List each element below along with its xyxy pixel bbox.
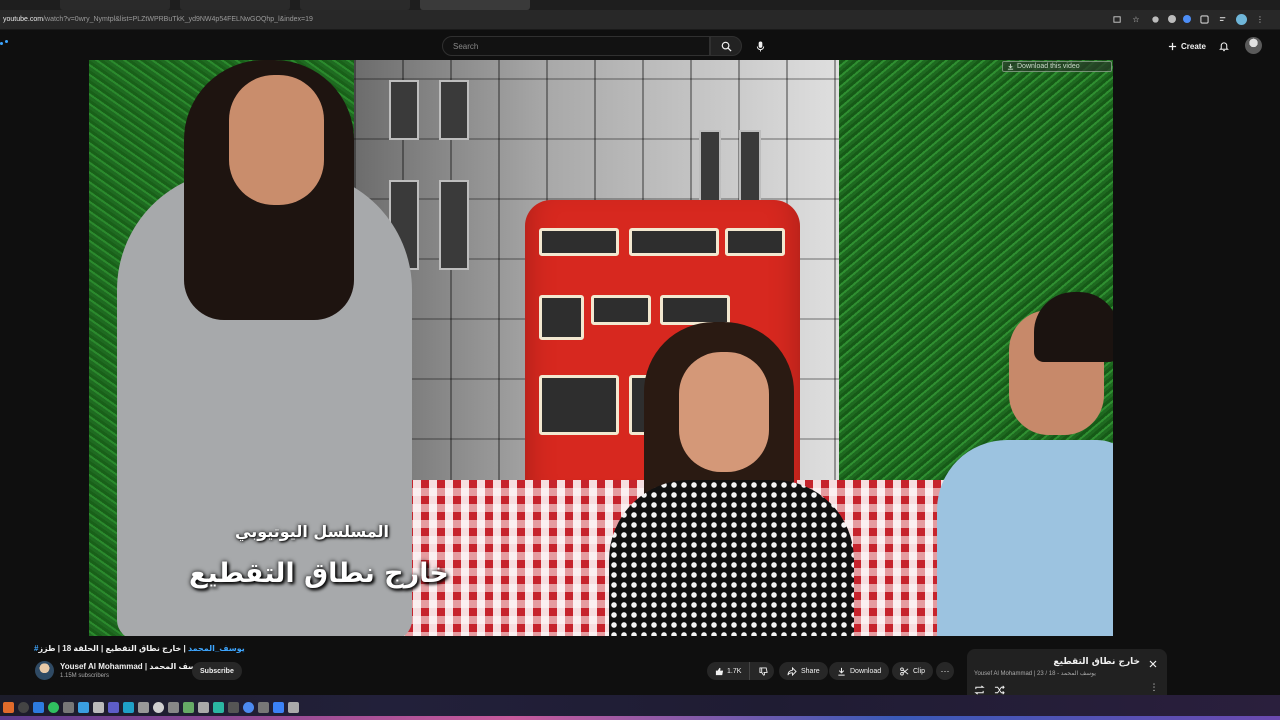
browser-toolbar-icons: ☆ ⋮ — [1111, 13, 1266, 25]
subscribe-button[interactable]: Subscribe — [192, 662, 242, 680]
bookmark-star-icon[interactable]: ☆ — [1130, 13, 1142, 25]
taskbar-app-icon[interactable] — [153, 702, 164, 713]
download-overlay-label: Download this video — [1017, 63, 1080, 70]
taskbar-app-icon[interactable] — [168, 702, 179, 713]
playlist-panel: خارج نطاق التقطيع Yousef Al Mohammad | ي… — [967, 649, 1167, 696]
video-player[interactable]: المسلسل اليوتيوبي خارج نطاق التقطيع Down… — [89, 60, 1113, 636]
url-host: youtube.com — [3, 16, 44, 23]
playlist-shuffle-button[interactable] — [994, 682, 1006, 695]
microphone-icon — [756, 40, 764, 52]
search-button[interactable] — [710, 36, 742, 56]
video-caption-title: خارج نطاق التقطيع — [189, 558, 449, 589]
url-path: /watch?v=0wry_Nymtpl&list=PLZtWPRBuTkK_y… — [43, 16, 313, 23]
taskbar-app-icon[interactable] — [78, 702, 89, 713]
browser-menu-icon[interactable]: ⋮ — [1254, 13, 1266, 25]
taskbar-app-icon[interactable] — [243, 702, 254, 713]
close-icon — [1149, 660, 1157, 668]
voice-search-button[interactable] — [750, 36, 770, 56]
taskbar-app-icon[interactable] — [183, 702, 194, 713]
taskbar-app-icon[interactable] — [123, 702, 134, 713]
video-caption-series: المسلسل اليوتيوبي — [235, 522, 389, 541]
thumbs-down-icon — [759, 666, 768, 676]
taskbar-app-icon[interactable] — [228, 702, 239, 713]
share-button[interactable]: Share — [779, 662, 828, 680]
extension-dot-icon[interactable] — [1168, 15, 1176, 23]
like-button[interactable]: 1.7K — [707, 662, 750, 680]
share-icon — [787, 666, 797, 676]
taskbar-app-icon[interactable] — [63, 702, 74, 713]
guide-menu-icon[interactable] — [0, 40, 10, 48]
taskbar-app-icon[interactable] — [213, 702, 224, 713]
browser-tab[interactable] — [180, 0, 290, 10]
download-icon — [1007, 63, 1014, 70]
taskbar-app-icon[interactable] — [288, 702, 299, 713]
loop-icon — [974, 685, 985, 695]
like-count: 1.7K — [727, 667, 742, 675]
taskbar-app-icon[interactable] — [138, 702, 149, 713]
install-app-icon[interactable] — [1111, 13, 1123, 25]
download-video-button[interactable]: Download this video — [1002, 61, 1112, 72]
more-vertical-icon: ⋮ — [1149, 682, 1159, 692]
media-control-icon[interactable] — [1217, 13, 1229, 25]
plus-icon — [1168, 42, 1177, 50]
scissors-icon — [900, 666, 909, 676]
shuffle-icon — [994, 685, 1005, 695]
search-taskbar-icon[interactable] — [18, 702, 29, 713]
playlist-menu-button[interactable]: ⋮ — [1149, 682, 1159, 693]
browser-tab-active[interactable] — [420, 0, 530, 10]
dislike-button[interactable] — [754, 662, 774, 680]
account-avatar[interactable] — [1245, 37, 1262, 54]
download-button[interactable]: Download — [829, 662, 890, 680]
create-button[interactable]: Create — [1162, 37, 1212, 55]
create-label: Create — [1181, 41, 1206, 51]
search-icon — [721, 41, 732, 52]
browser-tab[interactable] — [60, 0, 170, 10]
taskbar-app-icon[interactable] — [48, 702, 59, 713]
video-title-text: | خارج نطاق التقطيع | الحلقة 18 | طزز — [38, 644, 188, 653]
taskbar-app-icon[interactable] — [258, 702, 269, 713]
playlist-subtitle: Yousef Al Mohammad | يوسف المحمد - 18 / … — [974, 671, 1096, 677]
taskbar-accent-strip — [0, 716, 1280, 720]
clip-button[interactable]: Clip — [892, 662, 934, 680]
taskbar-app-icon[interactable] — [33, 702, 44, 713]
browser-tab-strip — [0, 0, 1280, 10]
extension-blue-icon[interactable] — [1183, 15, 1191, 23]
taskbar-app-icon[interactable] — [198, 702, 209, 713]
os-taskbar — [0, 695, 1280, 720]
browser-address-bar[interactable]: youtube.com/watch?v=0wry_Nymtpl&list=PLZ… — [0, 10, 1280, 30]
clip-label: Clip — [913, 667, 926, 675]
browser-tab[interactable] — [300, 0, 410, 10]
extension-icon[interactable] — [1149, 13, 1161, 25]
playlist-loop-button[interactable] — [974, 682, 986, 695]
puzzle-extensions-icon[interactable] — [1198, 13, 1210, 25]
more-actions-button[interactable]: ··· — [936, 662, 954, 680]
search-box[interactable] — [442, 36, 710, 56]
start-menu-icon[interactable] — [3, 702, 14, 713]
playlist-title[interactable]: خارج نطاق التقطيع — [1053, 657, 1140, 667]
youtube-masthead: Create — [0, 30, 1280, 60]
taskbar-app-icon[interactable] — [93, 702, 104, 713]
share-label: Share — [801, 667, 820, 675]
taskbar-app-icon[interactable] — [273, 702, 284, 713]
more-horizontal-icon: ··· — [940, 666, 950, 676]
like-dislike-group: 1.7K — [707, 662, 774, 680]
search-input[interactable] — [451, 40, 709, 52]
address-url[interactable]: youtube.com/watch?v=0wry_Nymtpl&list=PLZ… — [3, 16, 313, 23]
profile-avatar-icon[interactable] — [1236, 13, 1247, 25]
notifications-button[interactable] — [1215, 37, 1233, 55]
playlist-close-button[interactable] — [1147, 658, 1159, 670]
download-label: Download — [850, 667, 882, 675]
thumbs-up-icon — [715, 667, 724, 675]
channel-name[interactable]: Yousef Al Mohammad | يوسف المحمد — [60, 662, 204, 671]
video-title: #يوسف_المحمد | خارج نطاق التقطيع | الحلق… — [34, 644, 245, 653]
download-icon — [838, 667, 845, 676]
subscriber-count: 1.15M subscribers — [60, 673, 110, 679]
channel-avatar[interactable] — [35, 661, 54, 680]
taskbar-app-icon[interactable] — [108, 702, 119, 713]
bell-icon — [1219, 41, 1229, 51]
